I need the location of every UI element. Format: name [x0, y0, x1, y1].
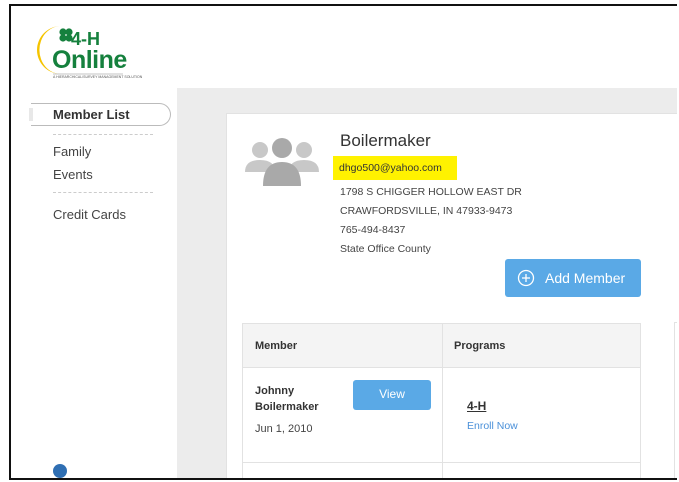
sidebar-divider [53, 134, 153, 135]
family-avatar-icon [245, 138, 319, 186]
column-header-programs: Programs [442, 324, 640, 368]
member-dob: Jun 1, 2010 [255, 423, 313, 435]
sidebar-item-events[interactable]: Events [53, 167, 93, 182]
family-name: Boilermaker [340, 131, 431, 150]
header: 4-H Online A HIERARCHICAL/SURVEY MANAGEM… [11, 6, 677, 88]
main-content: Boilermaker dhgo500@yahoo.com 1798 S CHI… [177, 88, 677, 478]
view-member-button[interactable]: View [353, 380, 431, 410]
member-first-name: Johnny [255, 385, 295, 397]
logo-tagline: A HIERARCHICAL/SURVEY MANAGEMENT SOLUTIO… [53, 75, 143, 79]
program-link-4h[interactable]: 4-H [467, 399, 486, 413]
sidebar: Member List Family Events Credit Cards [11, 88, 177, 478]
sidebar-item-credit-cards[interactable]: Credit Cards [53, 207, 126, 222]
add-member-label: Add Member [545, 270, 626, 286]
help-icon[interactable] [53, 464, 67, 478]
column-header-member: Member [243, 324, 442, 368]
family-county: State Office County [340, 243, 431, 255]
family-address-line1: 1798 S CHIGGER HOLLOW EAST DR [340, 186, 522, 198]
enroll-now-link[interactable]: Enroll Now [467, 420, 518, 432]
column-divider [442, 324, 443, 478]
add-member-button[interactable]: Add Member [505, 259, 641, 297]
4h-online-logo[interactable]: 4-H Online A HIERARCHICAL/SURVEY MANAGEM… [31, 22, 143, 88]
family-card: Boilermaker dhgo500@yahoo.com 1798 S CHI… [226, 113, 677, 478]
sidebar-item-member-list[interactable]: Member List [29, 103, 171, 126]
members-table: Member Programs Johnny Boilermaker Jun 1… [242, 323, 641, 478]
sidebar-item-family[interactable]: Family [53, 144, 91, 159]
app-window: 4-H Online A HIERARCHICAL/SURVEY MANAGEM… [9, 4, 677, 480]
sidebar-divider [53, 192, 153, 193]
logo-text-online: Online [52, 46, 127, 74]
member-name: Johnny Boilermaker [255, 383, 319, 415]
family-phone: 765-494-8437 [340, 224, 406, 236]
plus-circle-icon [517, 269, 535, 287]
family-email: dhgo500@yahoo.com [333, 156, 457, 180]
member-last-name: Boilermaker [255, 401, 319, 413]
row-divider [243, 462, 640, 463]
family-address-line2: CRAWFORDSVILLE, IN 47933-9473 [340, 205, 513, 217]
secondary-card [674, 322, 677, 478]
